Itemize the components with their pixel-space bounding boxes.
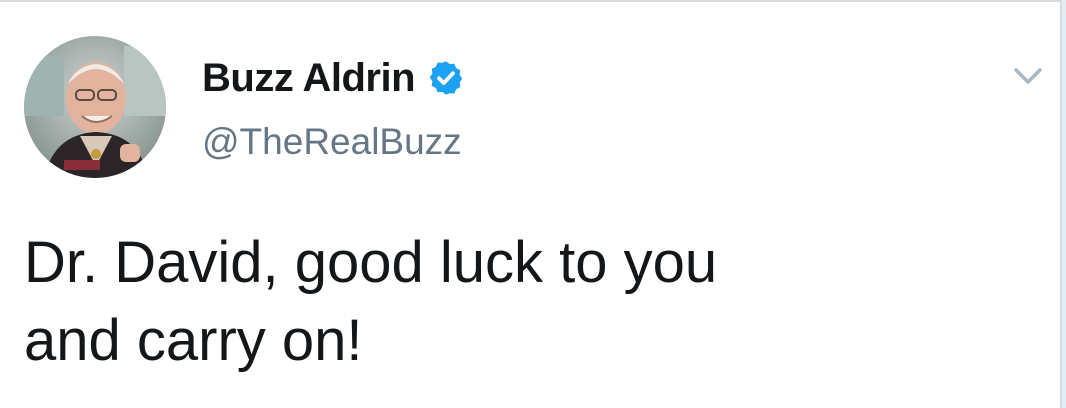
author-handle[interactable]: @TheRealBuzz (202, 118, 462, 166)
verified-badge-icon (427, 59, 465, 97)
tweet-text-line: Dr. David, good luck to you (24, 230, 718, 295)
tweet-text: Dr. David, good luck to you and carry on… (24, 224, 1024, 380)
tweet-card: Buzz Aldrin @TheRealBuzz Dr. David, good… (0, 0, 1062, 408)
avatar-photo (24, 36, 166, 178)
author-display-name[interactable]: Buzz Aldrin (202, 52, 416, 104)
author-avatar[interactable] (24, 36, 166, 178)
chevron-down-icon[interactable] (1010, 62, 1046, 90)
author-name-row: Buzz Aldrin (202, 52, 465, 104)
tweet-text-line: and carry on! (24, 308, 363, 373)
